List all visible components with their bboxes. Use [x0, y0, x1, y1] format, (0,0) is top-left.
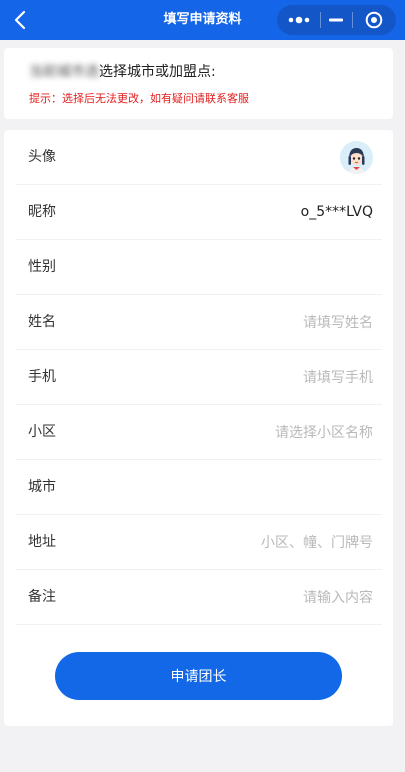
phone-row: 手机 [16, 350, 382, 405]
address-label: 地址 [28, 534, 56, 550]
more-button[interactable] [277, 5, 320, 35]
back-chevron-icon [14, 10, 26, 30]
apply-leader-button[interactable]: 申请团长 [55, 652, 342, 700]
city-select-line[interactable]: 当前城市选选择城市或加盟点: [29, 61, 216, 81]
avatar[interactable] [340, 141, 373, 174]
avatar-row[interactable]: 头像 [16, 130, 382, 185]
phone-label: 手机 [28, 369, 56, 385]
remark-input[interactable] [183, 587, 373, 608]
close-target-icon [366, 11, 383, 29]
address-input[interactable] [183, 532, 373, 553]
close-button[interactable] [353, 5, 396, 35]
community-select[interactable] [183, 422, 373, 443]
city-select-text: 选择城市或加盟点: [99, 64, 216, 80]
navigation-bar: 填写申请资料 [0, 0, 405, 40]
minimize-button[interactable] [321, 5, 351, 35]
community-label: 小区 [28, 424, 56, 440]
city-label: 城市 [28, 479, 56, 495]
gender-row[interactable]: 性别 [16, 240, 382, 295]
more-dots-icon [288, 16, 309, 24]
application-form: 头像 昵称 o_5***LVQ 性别 姓名 手机 [4, 130, 393, 726]
minimize-icon [329, 18, 344, 22]
city-row[interactable]: 城市 [16, 460, 382, 515]
community-row[interactable]: 小区 [16, 405, 382, 460]
avatar-cartoon-icon [340, 141, 373, 174]
city-select-notice[interactable]: 当前城市选选择城市或加盟点: 提示：选择后无法更改，如有疑问请联系客服 [4, 48, 393, 119]
nickname-row: 昵称 o_5***LVQ [16, 185, 382, 240]
remark-row: 备注 [16, 570, 382, 625]
nickname-label: 昵称 [28, 204, 56, 220]
remark-label: 备注 [28, 589, 56, 605]
name-input[interactable] [183, 312, 373, 333]
avatar-label: 头像 [28, 149, 56, 165]
nickname-value: o_5***LVQ [300, 204, 373, 220]
name-row: 姓名 [16, 295, 382, 350]
back-button[interactable] [6, 6, 34, 34]
warning-tip: 提示：选择后无法更改，如有疑问请联系客服 [29, 92, 249, 105]
address-row: 地址 [16, 515, 382, 570]
blurred-city-text: 当前城市选 [29, 64, 99, 80]
gender-label: 性别 [28, 259, 56, 275]
name-label: 姓名 [28, 314, 56, 330]
mini-program-capsule [277, 5, 396, 35]
phone-input[interactable] [183, 367, 373, 388]
